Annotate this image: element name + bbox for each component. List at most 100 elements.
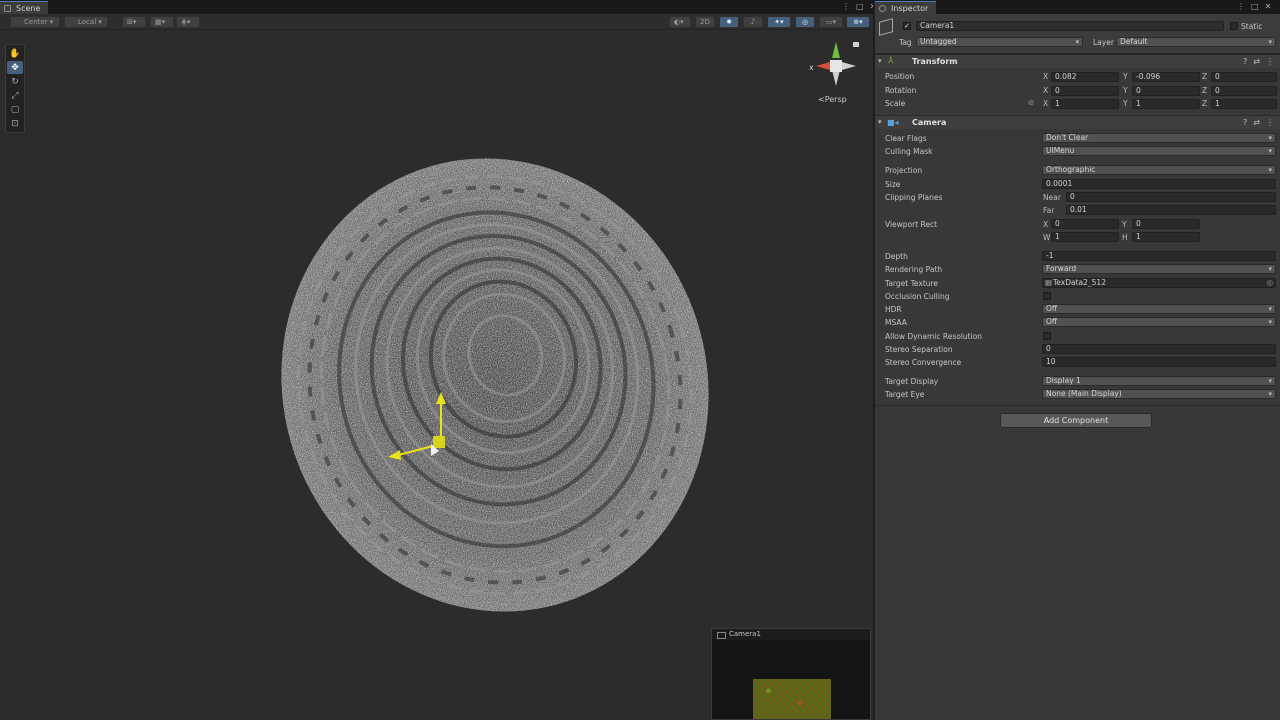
camera-help-icon[interactable]: ? <box>1243 118 1247 127</box>
grid-snap-button[interactable]: ⊞▾ <box>122 16 146 28</box>
scene-view-panel[interactable]: Scene ⋮ □ ✕ Center ▾ Local ▾ ⊞▾ ▦▾ ⋕▾ ◐▾… <box>0 0 873 720</box>
target-eye-dropdown[interactable]: None (Main Display) <box>1042 389 1276 399</box>
grid-visibility-button[interactable]: ▦▾ <box>150 16 174 28</box>
occlusion-culling-checkbox[interactable] <box>1043 292 1051 300</box>
inspector-tabbar: Inspector ⋮ □ ✕ <box>875 0 1280 14</box>
stereo-separation-field[interactable]: 0 <box>1042 344 1276 354</box>
viewport-rect-label: Viewport Rect <box>885 220 938 229</box>
clear-flags-dropdown[interactable]: Don't Clear <box>1042 133 1276 143</box>
size-label: Size <box>885 180 901 189</box>
rotation-y-field[interactable]: 0 <box>1132 86 1200 96</box>
transform-icon: ⅄ <box>888 56 894 66</box>
rendering-path-label: Rendering Path <box>885 265 943 274</box>
help-icon[interactable]: ? <box>1243 57 1247 66</box>
position-z-field[interactable]: 0 <box>1211 72 1277 82</box>
scene-tabbar: Scene ⋮ □ ✕ <box>0 0 873 14</box>
orientation-gizmo[interactable]: x <box>809 42 859 86</box>
effects-toggle-icon[interactable]: ✦▾ <box>767 16 791 28</box>
component-menu-icon[interactable]: ⋮ <box>1266 57 1274 66</box>
scale-z-field[interactable]: 1 <box>1211 99 1277 109</box>
menu-dots-icon[interactable]: ⋮ <box>842 2 850 11</box>
lighting-toggle-icon[interactable]: ✹ <box>719 16 739 28</box>
transform-header[interactable]: ▾ ⅄ Transform ? ⇄ ⋮ <box>875 54 1280 68</box>
pivot-space-dropdown[interactable]: Local ▾ <box>64 16 108 28</box>
msaa-dropdown[interactable]: Off <box>1042 317 1276 327</box>
depth-field[interactable]: -1 <box>1042 251 1276 261</box>
scene-viewport[interactable]: x <box>0 30 873 720</box>
target-texture-label: Target Texture <box>885 279 939 288</box>
viewport-h-field[interactable]: 1 <box>1132 232 1200 242</box>
depth-label: Depth <box>885 252 908 261</box>
active-checkbox[interactable]: ✓ <box>903 22 911 30</box>
hidden-objects-icon[interactable]: ◎ <box>795 16 815 28</box>
dynamic-resolution-label: Allow Dynamic Resolution <box>885 332 983 341</box>
scale-z-axis-label: Z <box>1202 99 1208 108</box>
target-display-dropdown[interactable]: Display 1 <box>1042 376 1276 386</box>
stereo-convergence-field[interactable]: 10 <box>1042 357 1276 367</box>
projection-dropdown[interactable]: Orthographic <box>1042 165 1276 175</box>
vp-h-axis-label: H <box>1122 233 1128 242</box>
position-x-field[interactable]: 0.082 <box>1051 72 1119 82</box>
pivot-mode-dropdown[interactable]: Center ▾ <box>10 16 60 28</box>
persp-text: Persp <box>824 95 847 104</box>
viewport-y-field[interactable]: 0 <box>1132 219 1200 229</box>
size-field[interactable]: 0.0001 <box>1042 179 1276 189</box>
draw-mode-button[interactable]: ◐▾ <box>669 16 691 28</box>
camera-title: Camera <box>912 118 947 127</box>
hdr-label: HDR <box>885 305 902 314</box>
object-name-field[interactable]: Camera1 <box>916 21 1224 31</box>
static-checkbox[interactable] <box>1230 22 1238 30</box>
camera-header[interactable]: ▾ ■◂ Camera ? ⇄ ⋮ <box>875 115 1280 129</box>
scale-x-field[interactable]: 1 <box>1051 99 1119 109</box>
hdr-dropdown[interactable]: Off <box>1042 304 1276 314</box>
scale-label: Scale <box>885 99 906 108</box>
scale-y-field[interactable]: 1 <box>1132 99 1200 109</box>
scene-tab-label: Scene <box>16 4 41 13</box>
increment-snap-button[interactable]: ⋕▾ <box>176 16 200 28</box>
layer-label: Layer <box>1093 38 1114 47</box>
culling-mask-dropdown[interactable]: UIMenu <box>1042 146 1276 156</box>
rotation-x-field[interactable]: 0 <box>1051 86 1119 96</box>
far-field[interactable]: 0.01 <box>1066 205 1276 215</box>
near-field[interactable]: 0 <box>1066 192 1276 202</box>
target-texture-field[interactable]: ▦ TexData2_512 ◎ <box>1042 278 1276 288</box>
near-label: Near <box>1043 193 1061 202</box>
tab-scene[interactable]: Scene <box>0 1 49 14</box>
rendering-path-dropdown[interactable]: Forward <box>1042 264 1276 274</box>
viewport-w-field[interactable]: 1 <box>1051 232 1119 242</box>
clipping-planes-label: Clipping Planes <box>885 193 943 202</box>
vp-x-axis-label: X <box>1043 220 1049 229</box>
tab-inspector[interactable]: Inspector <box>875 1 937 14</box>
position-label: Position <box>885 72 915 81</box>
rot-y-axis-label: Y <box>1123 86 1128 95</box>
scale-y-axis-label: Y <box>1123 99 1128 108</box>
camera-collapse-arrow-icon[interactable]: ▾ <box>878 118 882 126</box>
camera-preview-overlay: Camera1 <box>711 628 871 720</box>
toggle-2d-button[interactable]: 2D <box>695 16 715 28</box>
inspector-menu-icon[interactable]: ⋮ <box>1237 2 1245 11</box>
preset-icon[interactable]: ⇄ <box>1253 57 1260 66</box>
collapse-arrow-icon[interactable]: ▾ <box>878 57 882 65</box>
object-picker-icon[interactable]: ◎ <box>1266 279 1273 287</box>
viewport-x-field[interactable]: 0 <box>1051 219 1119 229</box>
particle-disc[interactable] <box>223 103 767 668</box>
inspector-close-icon[interactable]: ✕ <box>1265 2 1272 11</box>
maximize-icon[interactable]: □ <box>856 2 864 11</box>
camera-preset-icon[interactable]: ⇄ <box>1253 118 1260 127</box>
pos-x-axis-label: X <box>1043 72 1049 81</box>
camera-menu-icon[interactable]: ⋮ <box>1266 118 1274 127</box>
position-y-field[interactable]: -0.096 <box>1132 72 1200 82</box>
camera-settings-icon[interactable]: ▭▾ <box>819 16 843 28</box>
vp-y-axis-label: Y <box>1122 220 1127 229</box>
persp-label[interactable]: <Persp <box>818 95 847 104</box>
inspector-maximize-icon[interactable]: □ <box>1251 2 1259 11</box>
close-icon[interactable]: ✕ <box>870 2 873 11</box>
layer-dropdown[interactable]: Default <box>1116 37 1276 47</box>
gizmos-toggle-icon[interactable]: ⊕▾ <box>846 16 870 28</box>
dynamic-resolution-checkbox[interactable] <box>1043 332 1051 340</box>
tag-dropdown[interactable]: Untagged <box>916 37 1083 47</box>
constrain-proportions-icon[interactable]: ⊘ <box>1028 98 1034 107</box>
add-component-button[interactable]: Add Component <box>1000 413 1152 428</box>
rotation-z-field[interactable]: 0 <box>1211 86 1277 96</box>
audio-toggle-icon[interactable]: ♪ <box>743 16 763 28</box>
